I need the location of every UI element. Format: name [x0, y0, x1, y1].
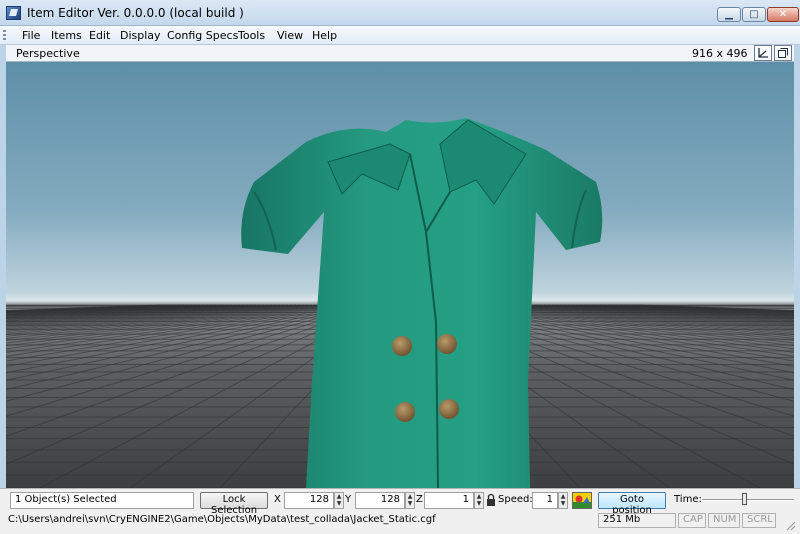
menu-config-specs[interactable]: Config Specs: [167, 29, 238, 42]
status-bar: 1 Object(s) Selected Lock Selection X 12…: [0, 488, 800, 534]
y-coordinate-input[interactable]: 128: [355, 492, 405, 509]
caps-lock-indicator: CAP: [678, 513, 706, 528]
menu-items[interactable]: Items: [51, 29, 82, 42]
y-spinner[interactable]: ▲ ▼: [405, 492, 415, 509]
maximize-viewport-icon[interactable]: [774, 45, 792, 61]
goto-position-button[interactable]: Goto position: [598, 492, 666, 516]
menu-display[interactable]: Display: [120, 29, 161, 42]
minimize-button[interactable]: ▁: [717, 7, 741, 22]
jacket-model: [241, 118, 603, 488]
speed-spinner[interactable]: ▲ ▼: [558, 492, 568, 509]
viewport-resolution: 916 x 496: [692, 47, 748, 60]
coat-button: [437, 334, 457, 354]
close-button[interactable]: ✕: [767, 7, 799, 22]
resize-grip-icon[interactable]: [784, 519, 796, 531]
viewport-header: Perspective 916 x 496: [6, 45, 794, 62]
menu-tools[interactable]: Tools: [238, 29, 265, 42]
file-path: C:\Users\andrei\svn\CryENGINE2\Game\Obje…: [8, 514, 436, 525]
menu-edit[interactable]: Edit: [89, 29, 110, 42]
menu-bar: File Items Edit Display Config Specs Too…: [0, 26, 800, 45]
title-bar: Item Editor Ver. 0.0.0.0 (local build ) …: [0, 0, 800, 26]
app-icon: [6, 6, 21, 20]
selection-status: 1 Object(s) Selected: [10, 492, 194, 509]
memory-usage: 251 Mb: [598, 513, 676, 528]
window-title: Item Editor Ver. 0.0.0.0 (local build ): [27, 6, 244, 20]
y-label: Y: [345, 494, 352, 505]
toolbar-grip-icon[interactable]: [3, 30, 6, 42]
z-coordinate-input[interactable]: 1: [424, 492, 474, 509]
lock-icon[interactable]: [486, 493, 496, 507]
axis-gizmo-icon[interactable]: [754, 45, 772, 61]
camera-position-icon[interactable]: [572, 492, 592, 509]
num-lock-indicator: NUM: [708, 513, 740, 528]
menu-view[interactable]: View: [277, 29, 303, 42]
time-slider-track[interactable]: [702, 499, 794, 501]
menu-help[interactable]: Help: [312, 29, 337, 42]
z-label: Z: [416, 494, 423, 505]
speed-input[interactable]: 1: [532, 492, 558, 509]
time-label: Time:: [674, 494, 702, 505]
coat-button: [395, 402, 415, 422]
menu-file[interactable]: File: [22, 29, 40, 42]
3d-viewport[interactable]: [6, 62, 794, 488]
coat-button: [392, 336, 412, 356]
maximize-button[interactable]: □: [742, 7, 766, 22]
z-spinner[interactable]: ▲ ▼: [474, 492, 484, 509]
viewport-name[interactable]: Perspective: [16, 47, 80, 60]
coat-button: [439, 399, 459, 419]
scroll-lock-indicator: SCRL: [742, 513, 776, 528]
time-slider-thumb[interactable]: [742, 493, 747, 505]
x-spinner[interactable]: ▲ ▼: [334, 492, 344, 509]
lock-selection-button[interactable]: Lock Selection: [200, 492, 268, 516]
x-label: X: [274, 494, 281, 505]
speed-label: Speed:: [498, 494, 533, 505]
x-coordinate-input[interactable]: 128: [284, 492, 334, 509]
